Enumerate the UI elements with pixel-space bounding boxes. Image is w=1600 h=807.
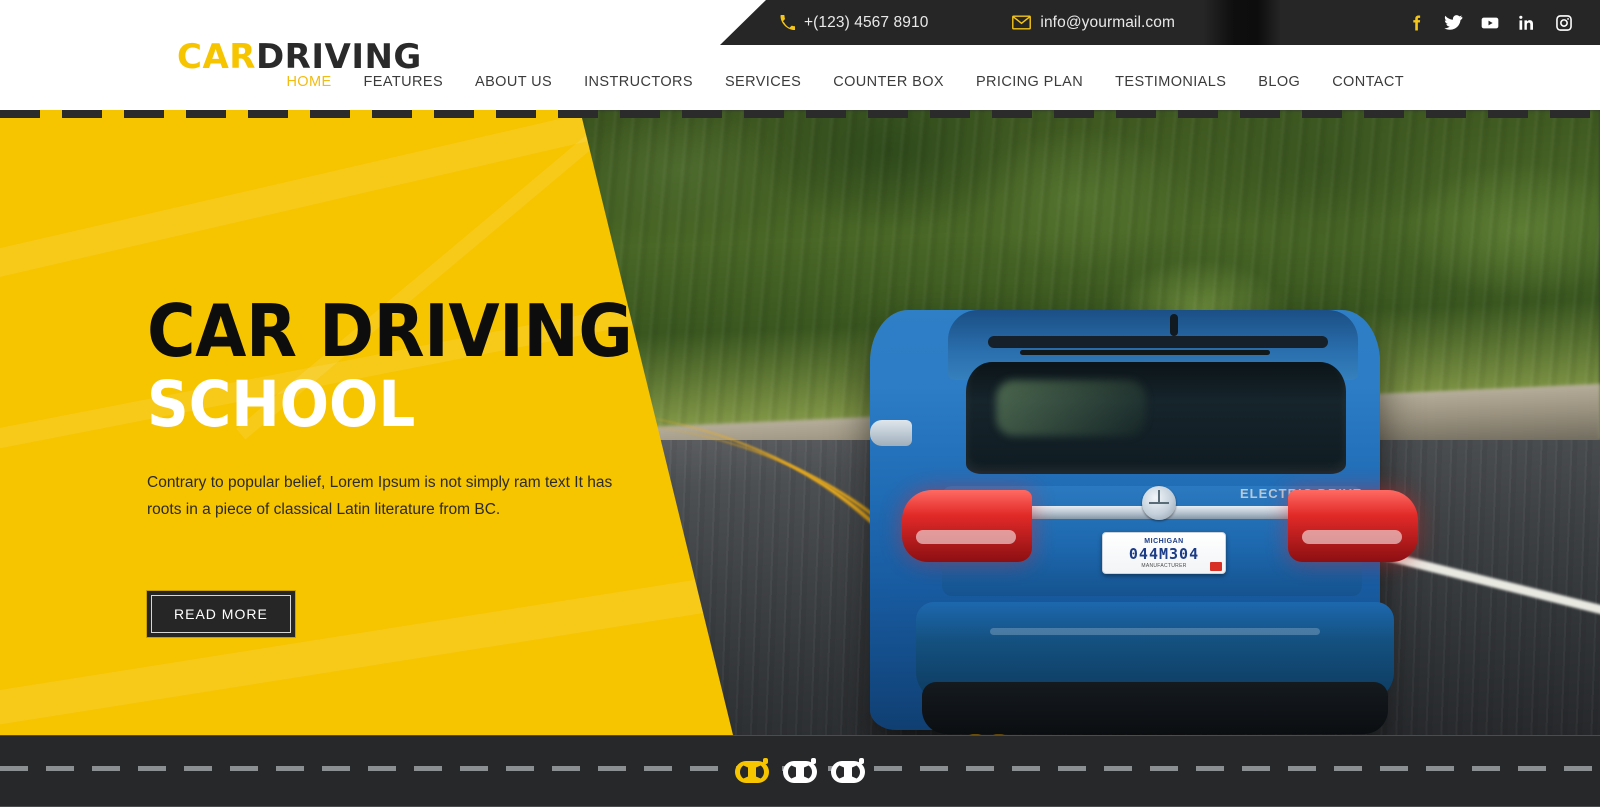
linkedin-icon[interactable] (1515, 11, 1539, 35)
nav-item-contact[interactable]: CONTACT (1316, 70, 1420, 94)
nav-item-services[interactable]: SERVICES (709, 70, 817, 94)
top-contact-bar: +(123) 4567 8910 info@yourmail.com (720, 0, 1600, 45)
hero-content: CAR DRIVING SCHOOL Contrary to popular b… (146, 289, 767, 639)
bumper-trim (990, 628, 1320, 635)
nav-item-home[interactable]: HOME (270, 70, 347, 94)
nav-item-blog[interactable]: BLOG (1242, 70, 1316, 94)
carousel-dot-1[interactable] (735, 758, 769, 783)
nav-item-pricing-plan[interactable]: PRICING PLAN (960, 70, 1099, 94)
carousel-indicators (0, 736, 1600, 807)
nav-item-testimonials[interactable]: TESTIMONIALS (1099, 70, 1242, 94)
main-navigation: HOME FEATURES ABOUT US INSTRUCTORS SERVI… (270, 70, 1420, 94)
plate-footer: MANUFACTURER (1141, 562, 1187, 569)
carousel-dot-3[interactable] (831, 758, 865, 783)
car-emblem-icon (1142, 486, 1176, 520)
lower-bumper-valance (922, 682, 1388, 734)
page-root: +(123) 4567 8910 info@yourmail.com CARDR… (0, 0, 1600, 807)
nav-item-about-us[interactable]: ABOUT US (459, 70, 568, 94)
car-spoiler (988, 336, 1328, 348)
phone-contact[interactable]: +(123) 4567 8910 (780, 14, 928, 32)
plate-state: MICHIGAN (1144, 537, 1184, 545)
read-more-button[interactable]: READ MORE (146, 590, 296, 639)
carousel-dot-2[interactable] (783, 758, 817, 783)
logo-text-car: CAR (177, 37, 256, 77)
rear-windshield (966, 362, 1346, 474)
social-links (1404, 0, 1576, 45)
phone-number: +(123) 4567 8910 (804, 13, 929, 31)
instagram-icon[interactable] (1552, 11, 1576, 35)
email-contact[interactable]: info@yourmail.com (1012, 14, 1175, 32)
road-dash-divider-top (0, 110, 1600, 118)
nav-item-instructors[interactable]: INSTRUCTORS (568, 70, 709, 94)
site-header: +(123) 4567 8910 info@yourmail.com CARDR… (0, 0, 1600, 110)
phone-icon (780, 15, 795, 30)
hero-banner: ELECTRIC DRIVE MICHIGAN 044M304 MANUFACT… (0, 110, 1600, 735)
nav-item-features[interactable]: FEATURES (348, 70, 459, 94)
car-antenna (1170, 314, 1178, 336)
youtube-icon[interactable] (1478, 11, 1502, 35)
hero-paragraph: Contrary to popular belief, Lorem Ipsum … (147, 474, 613, 518)
rear-wiper (1020, 350, 1270, 355)
car-body: ELECTRIC DRIVE MICHIGAN 044M304 MANUFACT… (870, 310, 1418, 734)
license-plate: MICHIGAN 044M304 MANUFACTURER (1102, 532, 1226, 574)
taillight-right (1288, 490, 1418, 562)
hero-title-line2: SCHOOL (147, 368, 416, 441)
car-photo: ELECTRIC DRIVE MICHIGAN 044M304 MANUFACT… (840, 290, 1420, 735)
nav-item-counter-box[interactable]: COUNTER BOX (817, 70, 960, 94)
hero-title-line1: CAR DRIVING (147, 289, 633, 373)
plate-sticker (1210, 562, 1222, 571)
envelope-icon (1012, 15, 1032, 30)
plate-number: 044M304 (1128, 544, 1200, 563)
carousel-road-strip (0, 735, 1600, 807)
facebook-icon[interactable] (1404, 11, 1428, 35)
side-mirror (870, 420, 912, 446)
email-address: info@yourmail.com (1040, 13, 1176, 31)
twitter-icon[interactable] (1441, 11, 1465, 35)
taillight-left (902, 490, 1032, 562)
